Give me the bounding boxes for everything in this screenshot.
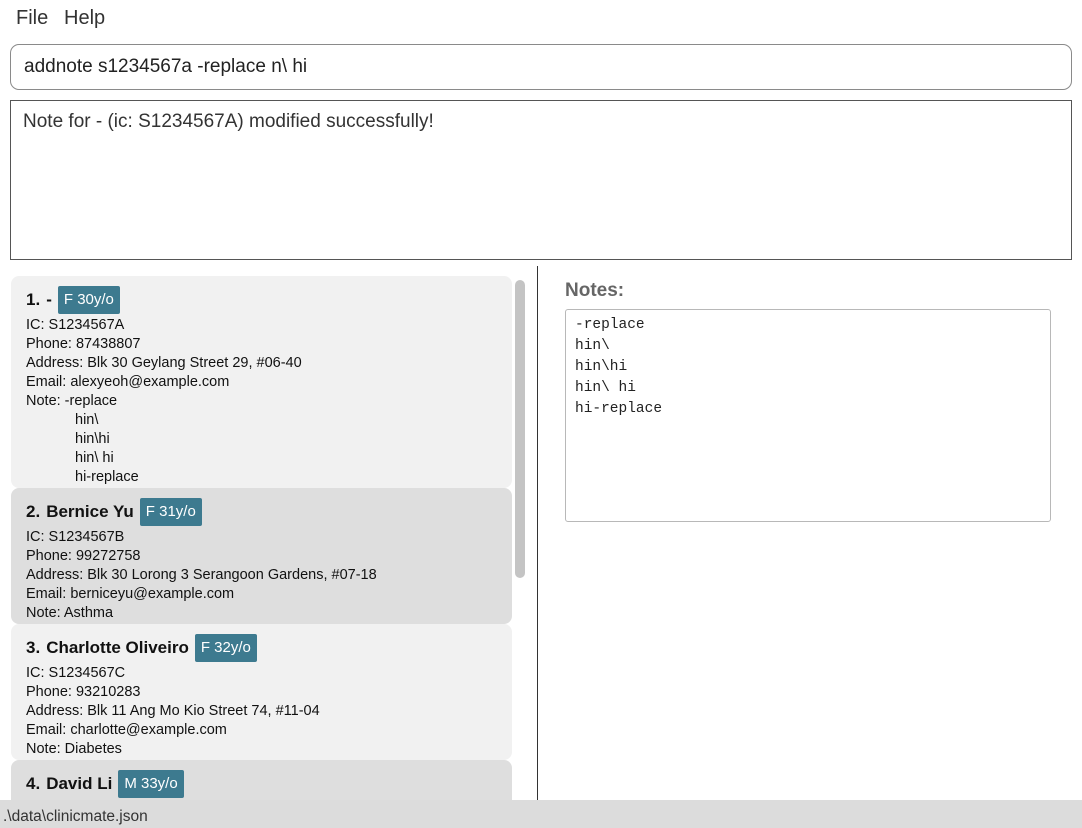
person-card[interactable]: 1. - F 30y/o IC: S1234567A Phone: 874388… (11, 276, 512, 488)
person-index: 1. (26, 290, 41, 309)
person-ic: IC: S1234567A (26, 317, 125, 333)
person-ic: IC: S1234567B (26, 529, 125, 545)
person-email: Email: charlotte@example.com (26, 722, 227, 738)
notes-title: Notes: (565, 280, 625, 301)
person-note-line: hin\hi (75, 431, 110, 447)
status-bar: .\data\clinicmate.json (0, 800, 1082, 828)
person-note-line: hi-replace (75, 469, 139, 485)
person-card-header: 3. Charlotte Oliveiro F 32y/o (26, 634, 497, 662)
person-card[interactable]: 2. Bernice Yu F 31y/o IC: S1234567B Phon… (11, 488, 512, 624)
command-box (10, 44, 1072, 90)
person-name: Charlotte Oliveiro (46, 638, 189, 657)
command-input[interactable] (11, 45, 1071, 89)
result-display[interactable]: Note for - (ic: S1234567A) modified succ… (10, 100, 1072, 260)
person-phone: Phone: 99272758 (26, 548, 141, 564)
person-card[interactable]: 4. David Li M 33y/o (11, 760, 512, 800)
person-card-header: 1. - F 30y/o (26, 286, 497, 314)
gender-age-badge: F 32y/o (194, 634, 257, 662)
person-address: Address: Blk 11 Ang Mo Kio Street 74, #1… (26, 703, 320, 719)
menu-file[interactable]: File (16, 7, 48, 30)
person-note: Note: Asthma (26, 605, 114, 621)
person-address: Address: Blk 30 Lorong 3 Serangoon Garde… (26, 567, 377, 583)
person-name: David Li (46, 774, 113, 793)
gender-age-badge: F 30y/o (57, 286, 120, 314)
notes-panel: Notes: -replace hin\ hin\hi hin\ hi hi-r… (538, 266, 1082, 800)
person-note: Note: Diabetes (26, 741, 122, 757)
person-address: Address: Blk 30 Geylang Street 29, #06-4… (26, 355, 302, 371)
person-index: 3. (26, 638, 41, 657)
menu-bar: File Help (0, 0, 1082, 40)
person-phone: Phone: 93210283 (26, 684, 141, 700)
gender-age-badge: M 33y/o (118, 770, 184, 798)
person-ic: IC: S1234567C (26, 665, 126, 681)
person-name: Bernice Yu (46, 502, 134, 521)
result-message: Note for - (ic: S1234567A) modified succ… (23, 111, 434, 132)
list-scrollbar[interactable] (515, 280, 525, 578)
person-list[interactable]: 1. - F 30y/o IC: S1234567A Phone: 874388… (0, 266, 538, 800)
person-card-header: 2. Bernice Yu F 31y/o (26, 498, 497, 526)
person-note-line: hin\ (75, 412, 99, 428)
person-phone: Phone: 87438807 (26, 336, 141, 352)
person-card[interactable]: 3. Charlotte Oliveiro F 32y/o IC: S12345… (11, 624, 512, 760)
person-index: 2. (26, 502, 41, 521)
person-note-line: hin\ hi (75, 450, 114, 466)
menu-help[interactable]: Help (64, 7, 105, 30)
person-note: Note: -replace (26, 393, 118, 409)
person-email: Email: berniceyu@example.com (26, 586, 235, 602)
person-name: - (46, 290, 52, 309)
person-index: 4. (26, 774, 41, 793)
data-file-path: .\data\clinicmate.json (3, 808, 148, 825)
person-card-header: 4. David Li M 33y/o (26, 770, 497, 798)
person-email: Email: alexyeoh@example.com (26, 374, 230, 390)
gender-age-badge: F 31y/o (139, 498, 202, 526)
notes-textarea[interactable]: -replace hin\ hin\hi hin\ hi hi-replace (565, 309, 1051, 522)
